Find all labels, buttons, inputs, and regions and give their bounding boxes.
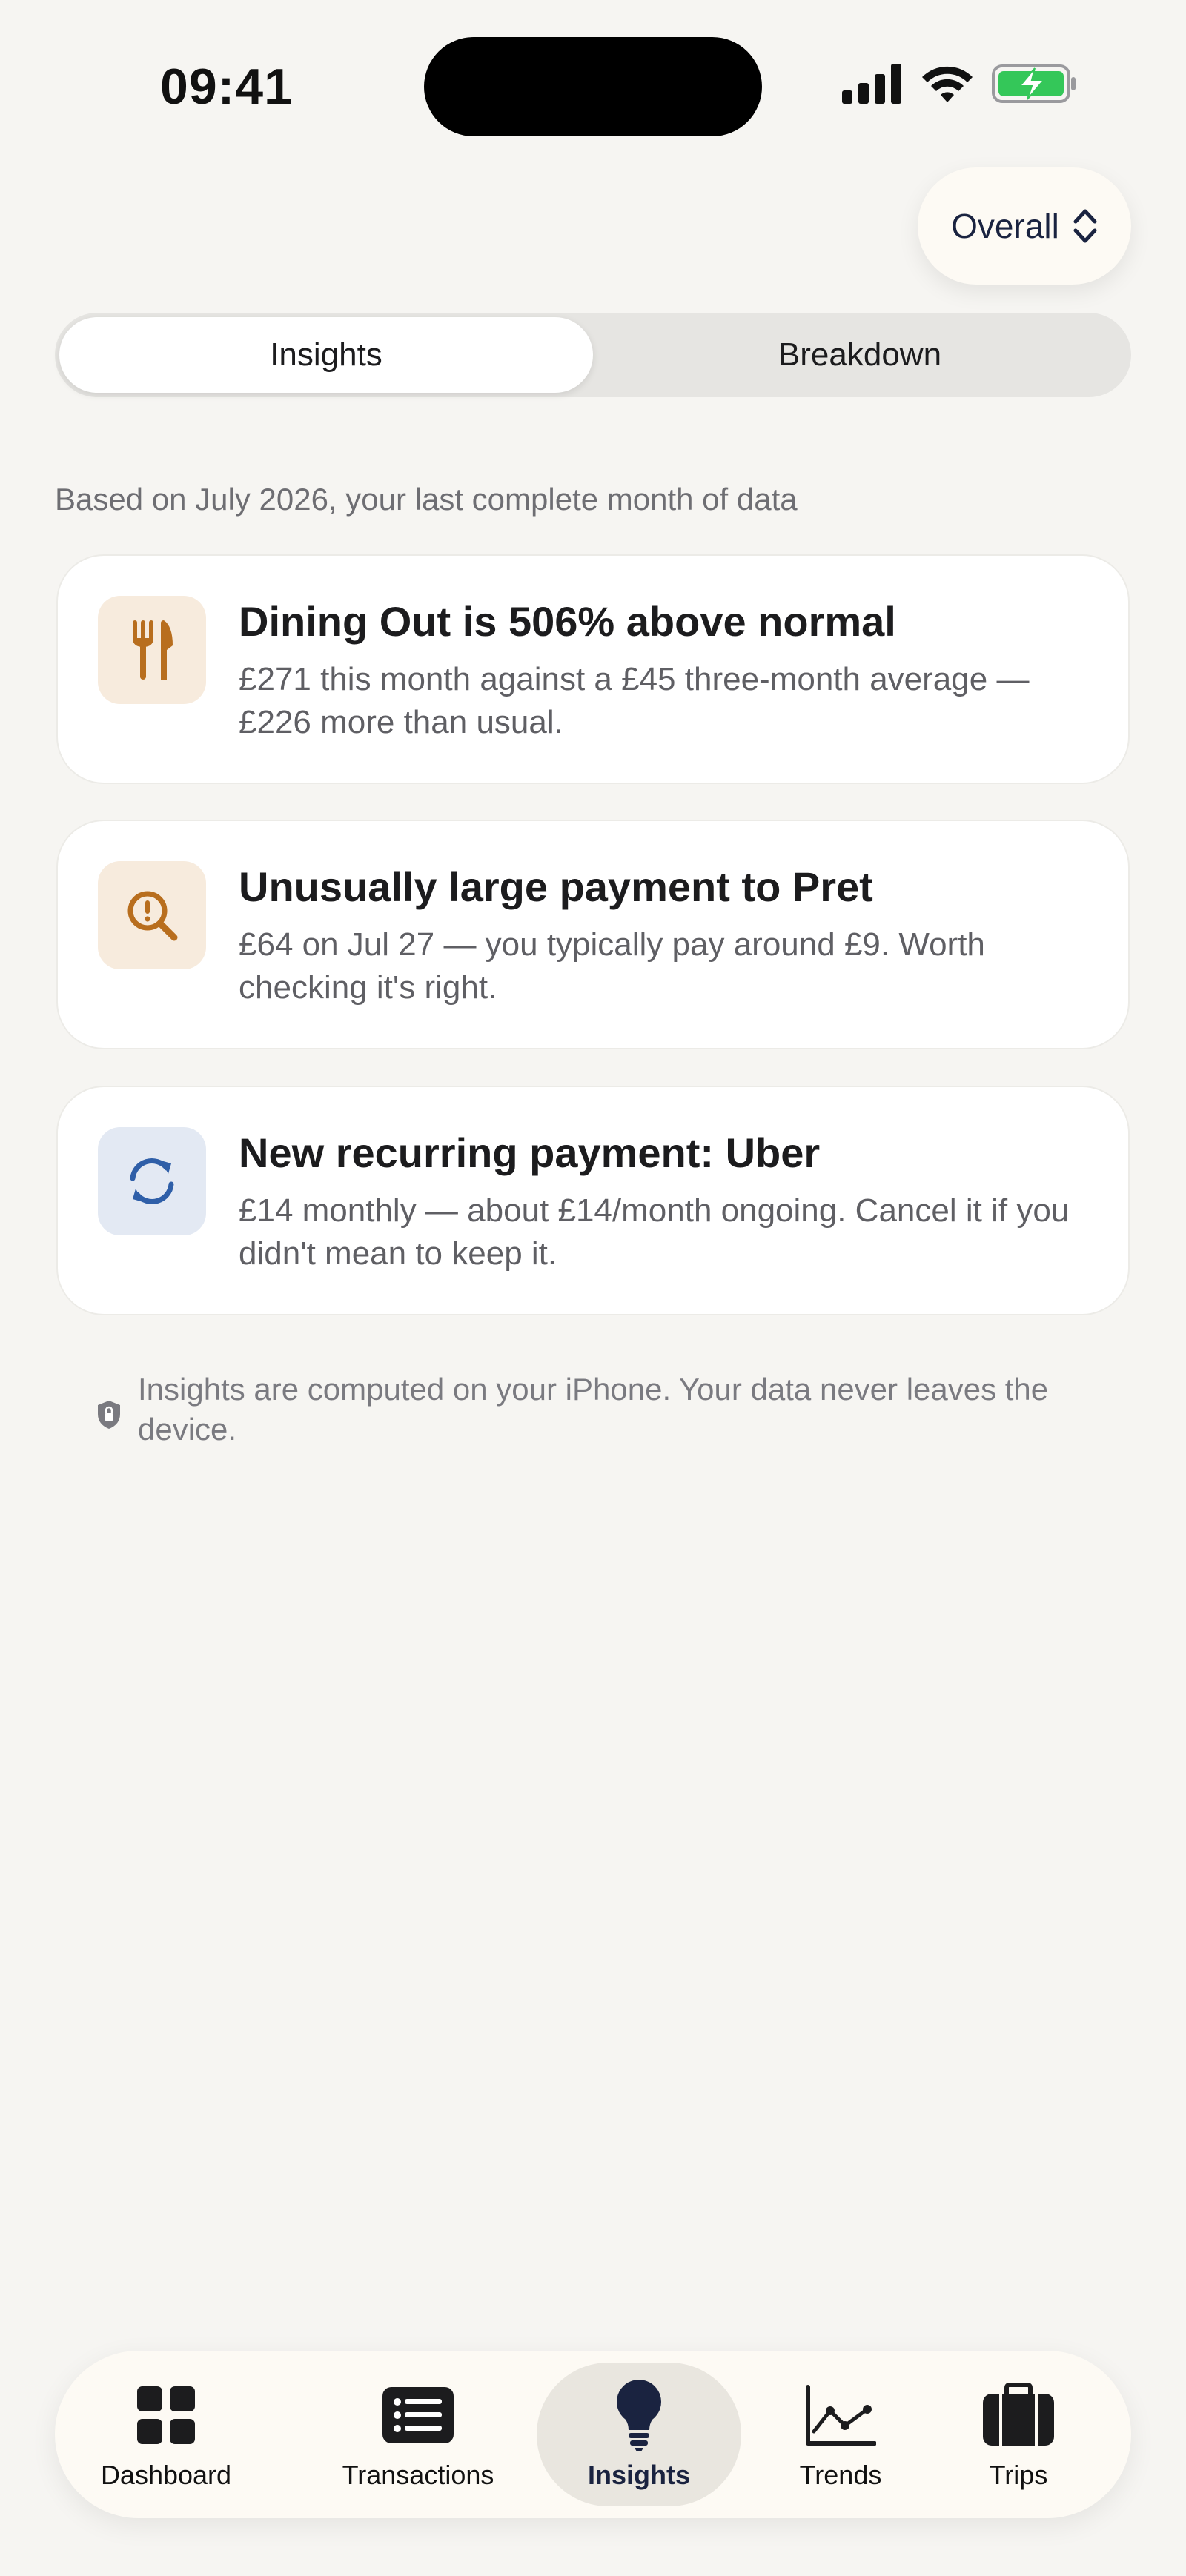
- insight-card[interactable]: Dining Out is 506% above normal £271 thi…: [56, 554, 1130, 784]
- tabbar-item-insights[interactable]: Insights: [537, 2363, 741, 2506]
- insight-icon-tile: [98, 596, 206, 704]
- tab-breakdown[interactable]: Breakdown: [593, 317, 1127, 393]
- wifi-icon: [922, 66, 973, 102]
- magnifier-alert-icon: [127, 891, 178, 941]
- scope-picker-button[interactable]: Overall: [918, 167, 1131, 285]
- scope-picker-label: Overall: [951, 207, 1059, 245]
- privacy-note-text: Insights are computed on your iPhone. Yo…: [138, 1372, 1049, 1447]
- list-icon: [382, 2387, 454, 2443]
- insight-title: New recurring payment: Uber: [239, 1129, 821, 1176]
- tabbar-label: Insights: [587, 2460, 690, 2490]
- tabbar-label: Trends: [799, 2460, 882, 2490]
- tabbar-label: Trips: [989, 2460, 1048, 2490]
- fork-knife-icon: [133, 620, 173, 680]
- insight-body: £64 on Jul 27 — you typically pay around…: [239, 926, 985, 1006]
- chevron-up-down-icon: [1073, 209, 1097, 243]
- tabbar-item-trips[interactable]: Trips: [952, 2363, 1085, 2506]
- view-segmented-control: Insights Breakdown: [55, 313, 1131, 397]
- lock-shield-icon: [98, 1401, 120, 1429]
- privacy-note: Insights are computed on your iPhone. Yo…: [96, 1370, 1104, 1450]
- insight-body: £271 this month against a £45 three-mont…: [239, 661, 1030, 740]
- data-period-caption: Based on July 2026, your last complete m…: [55, 482, 798, 517]
- insight-title: Unusually large payment to Pret: [239, 863, 873, 910]
- tabbar-item-dashboard[interactable]: Dashboard: [85, 2363, 248, 2506]
- tab-bar: Dashboard Transactions Insights Trends T…: [55, 2351, 1131, 2518]
- insight-icon-tile: [98, 1127, 206, 1235]
- tabbar-label: Dashboard: [100, 2460, 232, 2490]
- status-icons: [842, 64, 1078, 104]
- insight-body: £14 monthly — about £14/month ongoing. C…: [239, 1192, 1070, 1272]
- tabbar-label: Transactions: [342, 2460, 494, 2490]
- insight-title: Dining Out is 506% above normal: [239, 598, 896, 645]
- cellular-signal-icon: [842, 64, 901, 104]
- tab-insights[interactable]: Insights: [59, 317, 593, 393]
- tabbar-item-trends[interactable]: Trends: [766, 2363, 915, 2506]
- insight-icon-tile: [98, 861, 206, 969]
- insight-card[interactable]: Unusually large payment to Pret £64 on J…: [56, 820, 1130, 1049]
- insight-card[interactable]: New recurring payment: Uber £14 monthly …: [56, 1086, 1130, 1315]
- battery-charging-icon: [992, 64, 1076, 103]
- suitcase-icon: [983, 2383, 1054, 2446]
- tabbar-item-transactions[interactable]: Transactions: [314, 2363, 522, 2506]
- dashboard-grid-icon: [137, 2386, 195, 2444]
- lightbulb-icon: [617, 2380, 661, 2451]
- line-chart-icon: [806, 2385, 876, 2446]
- dynamic-island: [424, 37, 762, 136]
- recurring-arrows-icon: [130, 1158, 174, 1204]
- status-time: 09:41: [160, 59, 293, 115]
